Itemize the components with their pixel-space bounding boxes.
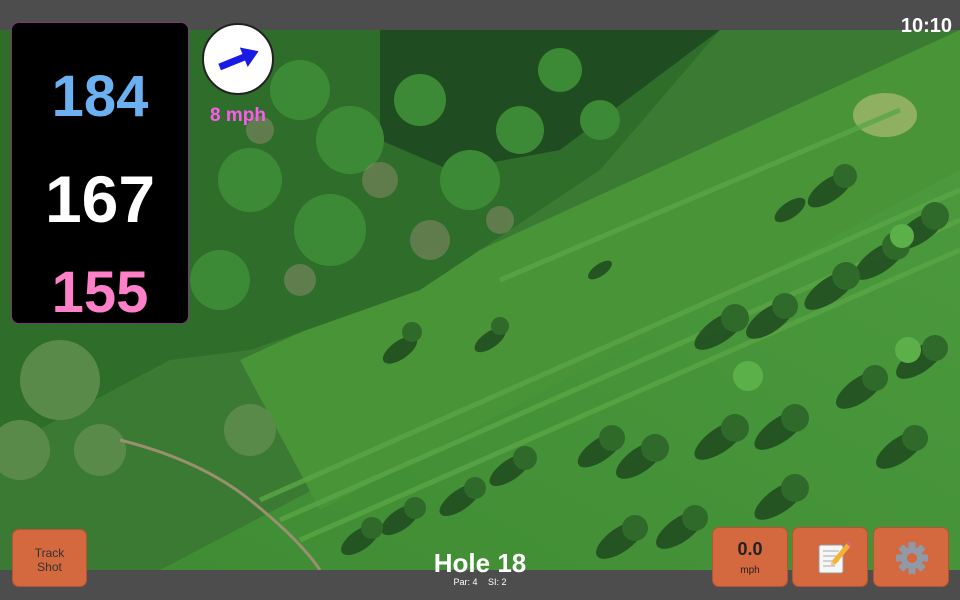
back-distance: 184 <box>51 64 149 129</box>
hole-info: Par: 4 SI: 2 <box>380 577 580 587</box>
hole-stroke-index: SI: 2 <box>488 577 507 587</box>
speed-value: 0.0 <box>737 539 763 559</box>
scorecard-notes-button[interactable] <box>792 527 868 587</box>
speed-unit: mph <box>740 565 760 576</box>
track-shot-button[interactable]: Track Shot <box>12 529 87 587</box>
hole-title: Hole 18 <box>433 548 527 578</box>
speed-button[interactable]: 0.0 mph <box>712 527 788 587</box>
hole-par: Par: 4 <box>453 577 478 587</box>
middle-distance: 167 <box>44 162 156 236</box>
settings-button[interactable] <box>873 527 949 587</box>
wind-speed: 8 mph <box>210 105 266 126</box>
yardage-panel: 184 167 155 <box>11 22 189 325</box>
gear-icon <box>896 542 928 574</box>
track-shot-label-line2: Shot <box>37 560 62 574</box>
wind-arrow-icon <box>218 47 259 71</box>
front-distance: 155 <box>51 260 149 325</box>
clock-time: 10:10 <box>900 15 952 37</box>
wind-indicator[interactable] <box>202 23 274 95</box>
track-shot-label-line1: Track <box>34 546 65 560</box>
notepad-icon <box>818 541 853 574</box>
